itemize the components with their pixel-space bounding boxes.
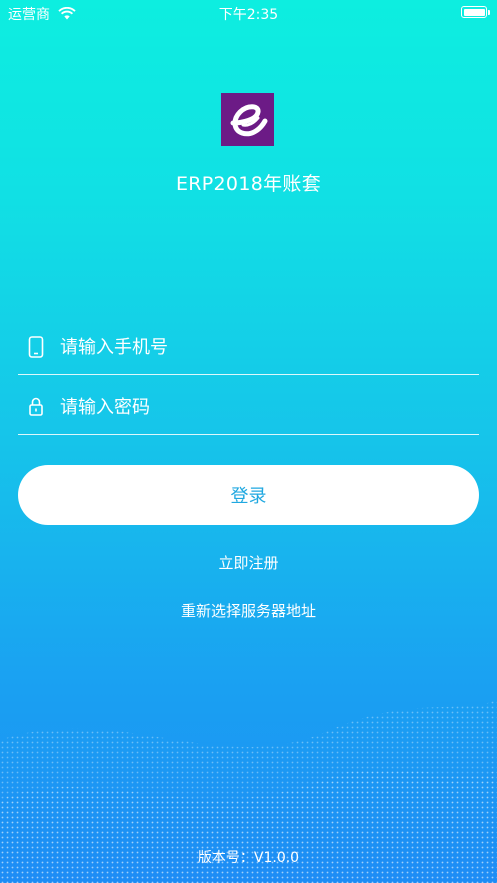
- e-logo-icon: [230, 104, 268, 137]
- password-field: [18, 378, 479, 435]
- register-link[interactable]: 立即注册: [0, 552, 497, 573]
- phone-icon: [28, 336, 44, 362]
- clock: 下午2:35: [218, 7, 279, 23]
- app-logo: [221, 93, 274, 146]
- version-label: 版本号：V1.0.0: [197, 850, 300, 866]
- battery-icon: [461, 6, 490, 18]
- status-bar: 运营商 下午2:35: [0, 0, 497, 26]
- lock-icon: [28, 396, 44, 420]
- login-button[interactable]: 登录: [18, 465, 479, 525]
- app-title: ERP2018年账套: [175, 173, 322, 195]
- phone-field: [18, 318, 479, 375]
- phone-input[interactable]: [58, 328, 462, 366]
- select-server-link[interactable]: 重新选择服务器地址: [0, 600, 497, 621]
- password-input[interactable]: [58, 388, 462, 426]
